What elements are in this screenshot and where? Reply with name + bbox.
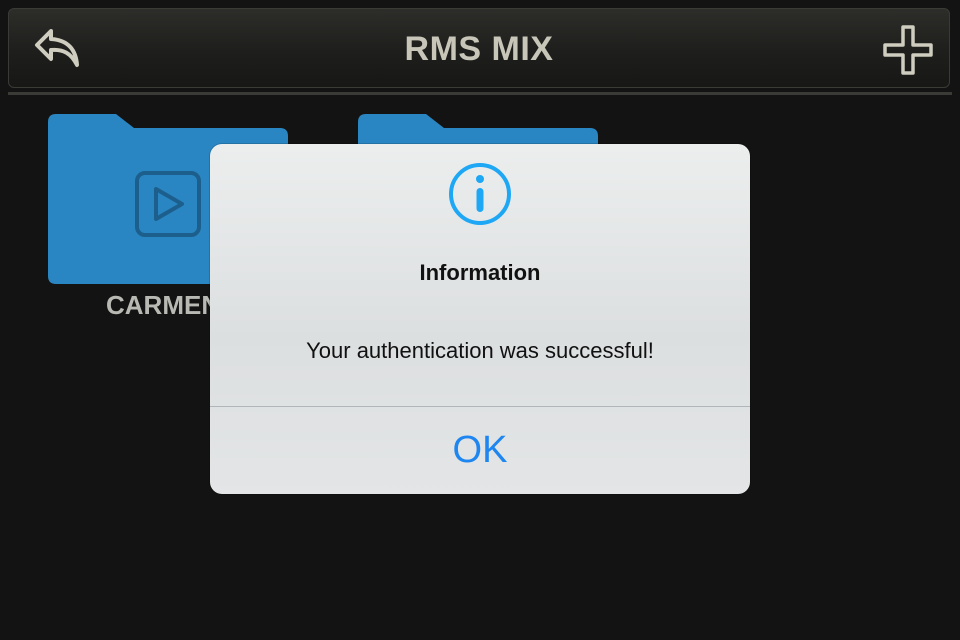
info-icon [449,163,511,225]
header-divider [8,92,952,95]
alert-title: Information [419,260,541,285]
back-button[interactable] [31,25,87,73]
top-bar: RMS MIX [8,8,950,88]
app-screen: RMS MIX CARMEN Information Your authenti… [0,0,960,640]
alert-dialog: Information Your authentication was succ… [210,144,750,494]
page-title: RMS MIX [404,30,554,68]
plus-icon [883,25,933,75]
alert-message: Your authentication was successful! [306,338,654,363]
reply-arrow-icon [35,29,79,67]
ok-button[interactable]: OK [210,407,750,494]
add-button[interactable] [881,23,935,77]
